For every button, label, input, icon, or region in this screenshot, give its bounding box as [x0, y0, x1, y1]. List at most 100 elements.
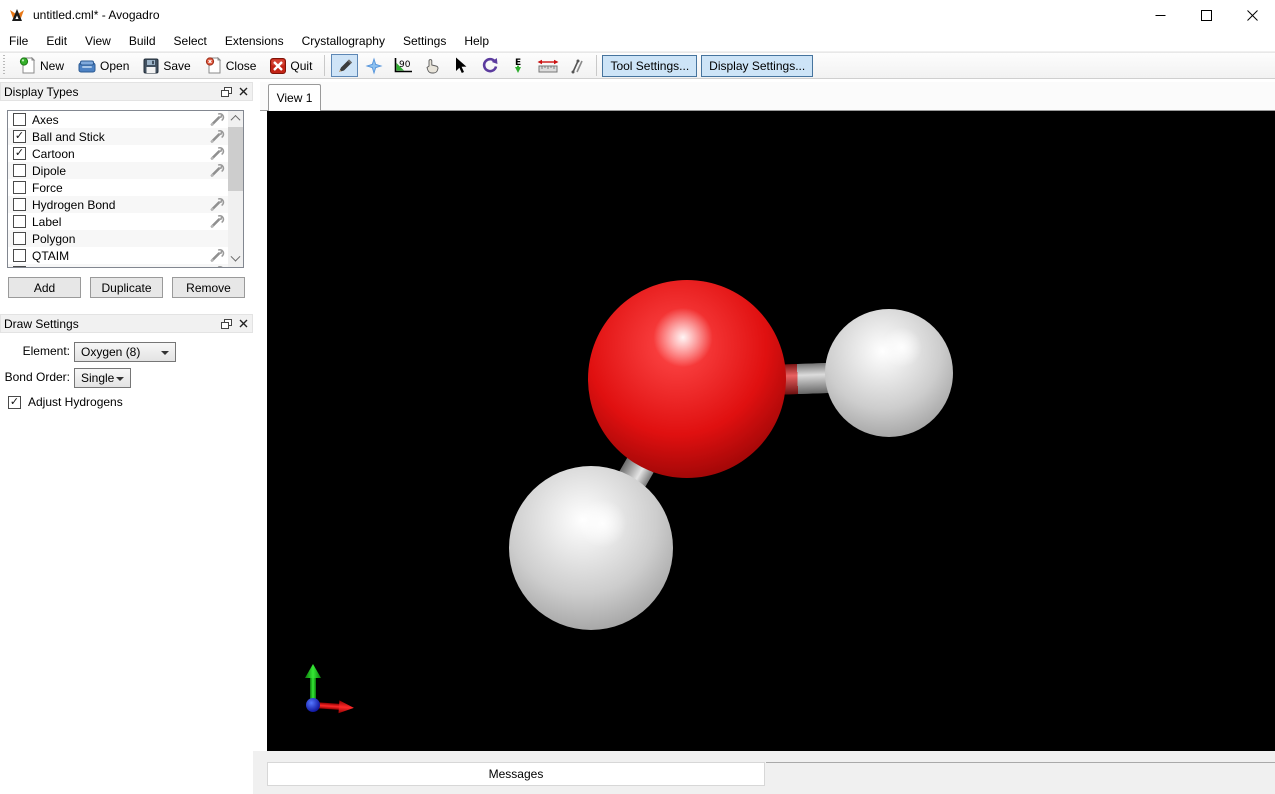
wrench-settings-icon[interactable] — [210, 146, 226, 161]
display-type-checkbox[interactable] — [13, 113, 26, 126]
bottom-dock-area: Messages — [253, 751, 1275, 794]
display-type-label: Polygon — [32, 232, 228, 246]
window-title: untitled.cml* - Avogadro — [33, 8, 160, 22]
z-axis-ball — [306, 698, 320, 712]
display-type-checkbox[interactable] — [13, 232, 26, 245]
display-type-row[interactable]: Polygon — [8, 230, 228, 247]
duplicate-display-type-button[interactable]: Duplicate — [90, 277, 163, 298]
remove-display-type-button[interactable]: Remove — [172, 277, 245, 298]
measure-tool-button[interactable] — [534, 54, 561, 77]
maximize-button[interactable] — [1183, 0, 1229, 30]
element-value: Oxygen (8) — [81, 345, 140, 359]
float-panel-button[interactable] — [218, 84, 235, 99]
display-type-checkbox[interactable] — [13, 198, 26, 211]
tab-messages[interactable]: Messages — [267, 762, 765, 786]
close-button[interactable]: Close — [198, 53, 264, 78]
minimize-button[interactable] — [1137, 0, 1183, 30]
atom-hydrogen[interactable] — [509, 466, 673, 630]
optimize-icon: E — [513, 57, 525, 74]
display-type-row[interactable]: Hydrogen Bond — [8, 196, 228, 213]
bond-order-select[interactable]: Single — [74, 368, 131, 388]
auto-rotate-tool-button[interactable] — [476, 54, 503, 77]
display-type-checkbox[interactable]: ✓ — [13, 130, 26, 143]
menu-item-build[interactable]: Build — [120, 31, 165, 51]
display-type-checkbox[interactable]: ✓ — [13, 147, 26, 160]
display-type-checkbox[interactable] — [13, 215, 26, 228]
tool-settings-button[interactable]: Tool Settings... — [602, 55, 697, 77]
chevron-down-icon — [161, 351, 169, 355]
close-button-label: Close — [226, 59, 257, 73]
wrench-settings-icon[interactable] — [210, 214, 226, 229]
close-button[interactable] — [1229, 0, 1275, 30]
toolbar-separator — [596, 55, 597, 76]
display-type-label: Axes — [32, 113, 210, 127]
display-type-checkbox[interactable] — [13, 181, 26, 194]
display-type-checkbox[interactable] — [13, 249, 26, 262]
titlebar: untitled.cml* - Avogadro — [0, 0, 1275, 30]
menu-item-help[interactable]: Help — [455, 31, 498, 51]
display-type-row[interactable]: Dipole — [8, 162, 228, 179]
atom-hydrogen[interactable] — [825, 309, 953, 437]
display-settings-button[interactable]: Display Settings... — [701, 55, 813, 77]
draw-tool-button[interactable] — [331, 54, 358, 77]
new-button[interactable]: New — [12, 53, 71, 78]
scrollbar-thumb[interactable] — [228, 127, 243, 191]
angle-90-icon: 90 — [393, 57, 413, 74]
wrench-settings-icon[interactable] — [210, 163, 226, 178]
display-types-header[interactable]: Display Types — [0, 82, 253, 101]
close-panel-button[interactable] — [235, 316, 252, 331]
quit-button[interactable]: Quit — [263, 54, 319, 78]
tab-view-1[interactable]: View 1 — [268, 84, 321, 111]
menu-item-extensions[interactable]: Extensions — [216, 31, 293, 51]
wrench-settings-icon[interactable] — [210, 197, 226, 212]
open-button-label: Open — [100, 59, 129, 73]
open-button[interactable]: Open — [71, 54, 136, 78]
float-icon — [221, 319, 232, 329]
selection-tool-button[interactable] — [447, 54, 474, 77]
menu-item-file[interactable]: File — [0, 31, 37, 51]
gl-viewport[interactable] — [267, 111, 1275, 751]
draw-settings-header[interactable]: Draw Settings — [0, 314, 253, 333]
adjust-hydrogens-label: Adjust Hydrogens — [28, 395, 123, 409]
wrench-settings-icon[interactable] — [210, 129, 226, 144]
display-type-row[interactable]: ✓Ball and Stick — [8, 128, 228, 145]
messages-tab-label: Messages — [489, 767, 544, 781]
display-type-checkbox[interactable] — [13, 164, 26, 177]
bond-centric-tool-button[interactable]: 90 — [389, 54, 416, 77]
save-button[interactable]: Save — [136, 54, 197, 78]
adjust-hydrogens-checkbox[interactable]: ✓ — [8, 396, 21, 409]
wrench-settings-icon[interactable] — [210, 265, 226, 268]
atom-oxygen[interactable] — [588, 280, 786, 478]
hand-icon — [424, 57, 440, 74]
display-type-checkbox[interactable] — [13, 266, 26, 268]
display-type-row[interactable]: Ribbon — [8, 264, 228, 268]
auto-optimize-tool-button[interactable]: E — [505, 54, 532, 77]
menu-item-settings[interactable]: Settings — [394, 31, 455, 51]
element-select[interactable]: Oxygen (8) — [74, 342, 176, 362]
scroll-up-button[interactable] — [228, 111, 243, 126]
menu-item-select[interactable]: Select — [165, 31, 216, 51]
wrench-settings-icon[interactable] — [210, 112, 226, 127]
close-icon — [239, 87, 248, 96]
display-type-label: Dipole — [32, 164, 210, 178]
display-type-row[interactable]: Force — [8, 179, 228, 196]
menu-item-view[interactable]: View — [76, 31, 120, 51]
navigate-tool-button[interactable] — [360, 54, 387, 77]
menu-item-edit[interactable]: Edit — [37, 31, 76, 51]
align-tool-button[interactable] — [563, 54, 590, 77]
wrench-settings-icon[interactable] — [210, 248, 226, 263]
add-display-type-button[interactable]: Add — [8, 277, 81, 298]
scroll-down-button[interactable] — [228, 252, 243, 267]
menu-item-crystallography[interactable]: Crystallography — [293, 31, 394, 51]
toolbar-drag-handle[interactable] — [2, 55, 9, 76]
float-panel-button[interactable] — [218, 316, 235, 331]
view-tab-label: View 1 — [277, 91, 313, 105]
display-type-row[interactable]: Axes — [8, 111, 228, 128]
display-type-row[interactable]: Label — [8, 213, 228, 230]
save-button-label: Save — [163, 59, 190, 73]
display-type-row[interactable]: QTAIM — [8, 247, 228, 264]
close-panel-button[interactable] — [235, 84, 252, 99]
manipulate-tool-button[interactable] — [418, 54, 445, 77]
display-type-row[interactable]: ✓Cartoon — [8, 145, 228, 162]
display-types-scrollbar[interactable] — [228, 111, 243, 267]
